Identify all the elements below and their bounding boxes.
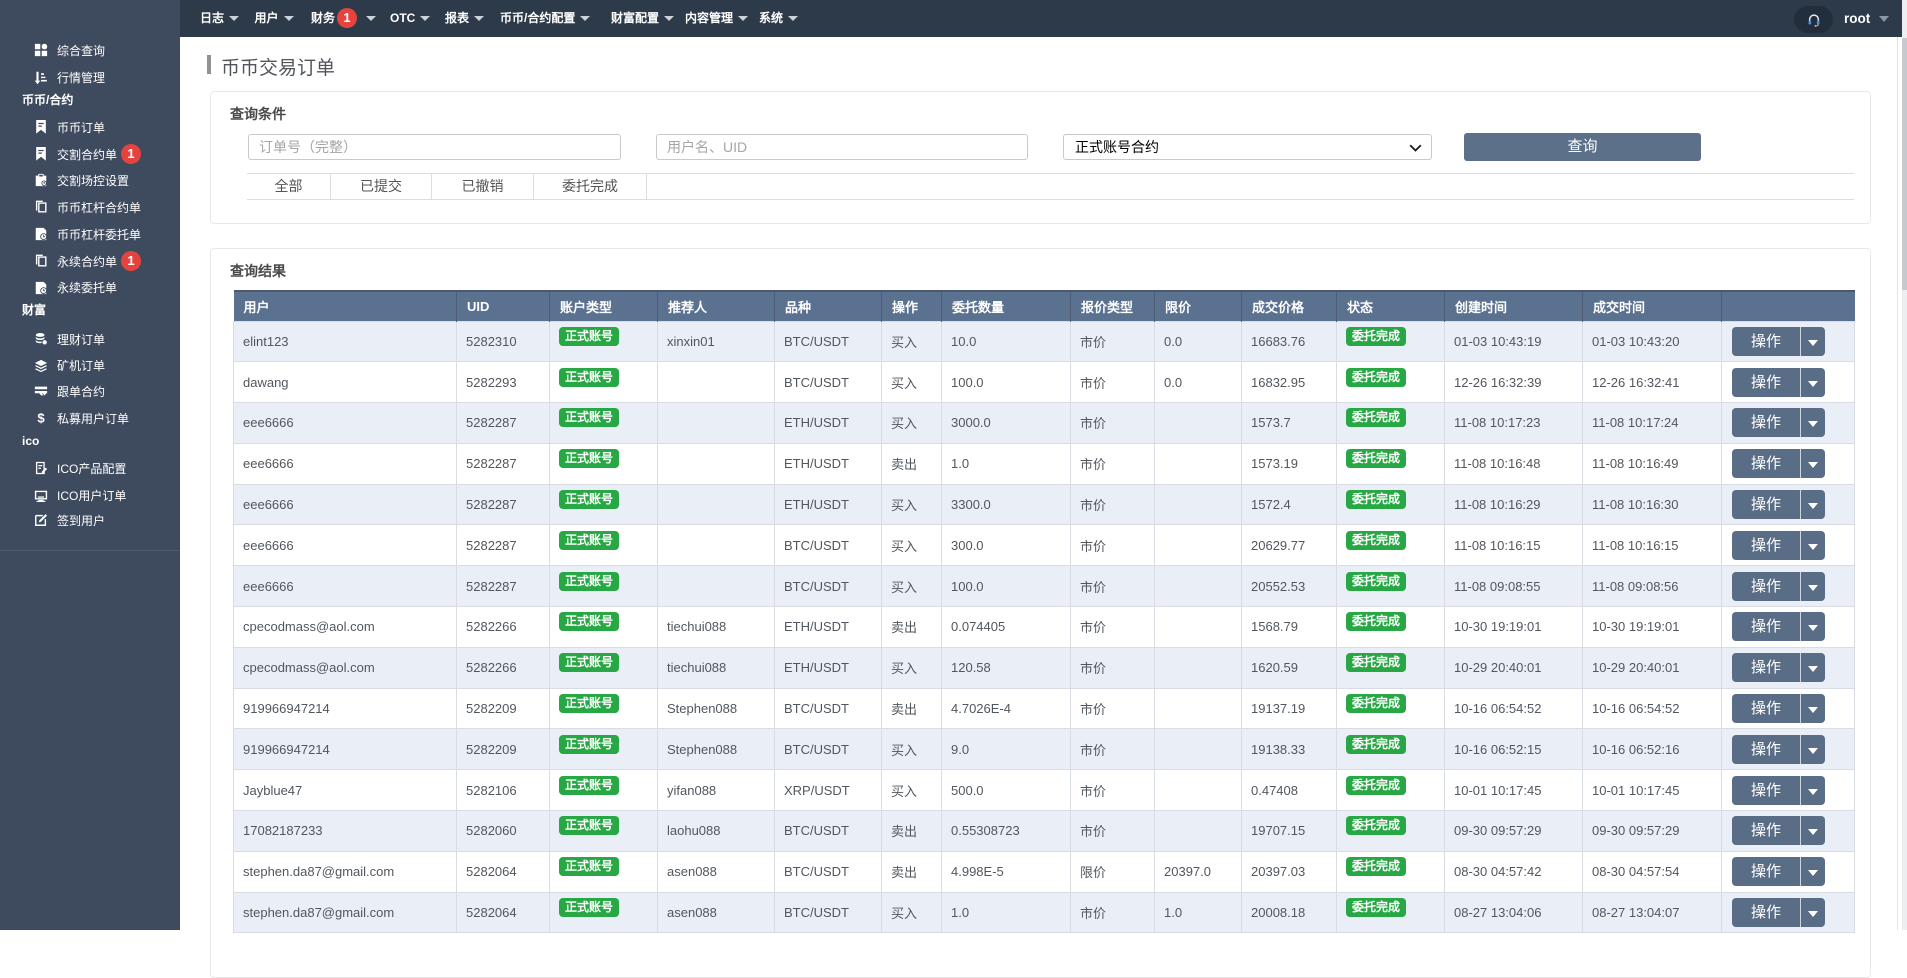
svg-text:$: $ <box>37 411 45 425</box>
